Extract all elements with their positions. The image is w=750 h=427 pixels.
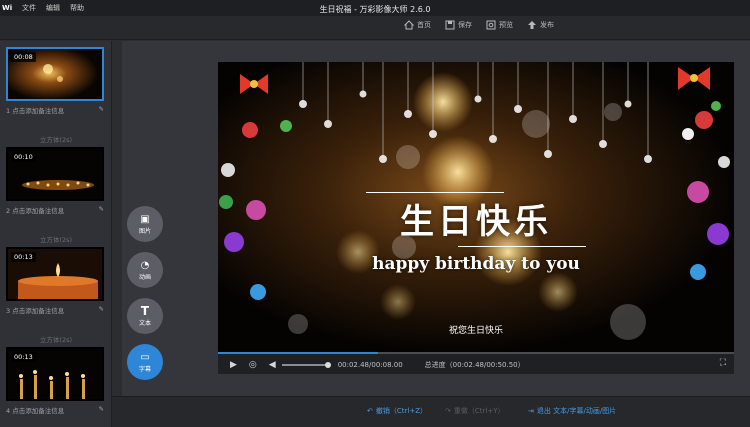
redo-label: 重做（Ctrl+Y） — [453, 407, 505, 415]
preview-icon — [486, 20, 496, 30]
playback-progress-fill — [218, 352, 378, 354]
scene-item-1[interactable]: 00:08 1 点击添加备注信息 ✎ — [6, 47, 104, 115]
birthday-subtitle-english[interactable]: happy birthday to you — [218, 254, 734, 274]
scene-item-3[interactable]: 00:13 3 点击添加备注信息 ✎ — [6, 247, 104, 315]
volume-slider[interactable] — [281, 362, 331, 368]
redo-button[interactable]: ↷ 重做（Ctrl+Y） — [445, 406, 504, 416]
edit-icon[interactable]: ✎ — [99, 205, 104, 215]
scene-note[interactable]: 3 点击添加备注信息 — [6, 305, 64, 315]
total-time: 总进度（00:02.48/00:50.50） — [424, 361, 525, 369]
app-logo: Wi — [2, 4, 13, 12]
preview-button[interactable]: 预览 — [486, 20, 513, 30]
subtitle-icon: ▭ — [140, 351, 150, 363]
scene-note[interactable]: 1 点击添加备注信息 — [6, 105, 64, 115]
title-underline-bottom — [458, 246, 586, 247]
redo-icon: ↷ — [445, 407, 451, 415]
menu-help[interactable]: 帮助 — [70, 3, 84, 13]
undo-icon: ↶ — [367, 407, 373, 415]
scene-time: 00:02.48/00:08.00 — [337, 361, 403, 369]
exit-icon: ⇥ — [528, 407, 534, 415]
bottom-action-bar: ↶ 撤销（Ctrl+Z） ↷ 重做（Ctrl+Y） ⇥ 退出 文本/字幕/动画/图片 — [112, 396, 750, 427]
window-title: 生日祝福 - 万彩影像大师 2.6.0 — [319, 5, 431, 14]
publish-button[interactable]: 发布 — [527, 20, 554, 30]
video-preview[interactable]: 生日快乐 happy birthday to you 祝您生日快乐 — [218, 62, 734, 352]
loop-icon[interactable]: ◎ — [249, 360, 257, 370]
exit-edit-label: 退出 文本/字幕/动画/图片 — [536, 407, 617, 415]
title-underline-top — [366, 192, 504, 193]
edit-icon[interactable]: ✎ — [99, 105, 104, 115]
menu-bar: 文件 编辑 帮助 — [22, 3, 84, 13]
preview-label: 预览 — [499, 21, 513, 29]
scene-duration: 00:13 — [11, 352, 36, 362]
scene-duration: 00:10 — [11, 152, 36, 162]
scene-item-4[interactable]: 00:13 4 点击添加备注信息 ✎ — [6, 347, 104, 415]
scene-thumbnail[interactable]: 00:13 — [6, 347, 104, 401]
scene-thumbnail[interactable]: 00:13 — [6, 247, 104, 301]
undo-label: 撤销（Ctrl+Z） — [375, 407, 427, 415]
menu-edit[interactable]: 编辑 — [46, 3, 60, 13]
volume-knob[interactable] — [324, 362, 331, 368]
playback-progress[interactable] — [218, 352, 734, 354]
home-icon — [404, 20, 414, 30]
save-label: 保存 — [458, 21, 472, 29]
main-toolbar: 首页 保存 预览 发布 — [0, 16, 750, 40]
animation-icon: ◔ — [140, 259, 150, 271]
scene-thumbnail[interactable]: 00:10 — [6, 147, 104, 201]
text-icon: T — [140, 303, 150, 318]
image-tool-label: 图片 — [138, 227, 151, 235]
image-tool-button[interactable]: ▣ 图片 — [127, 206, 163, 242]
scene-duration: 00:08 — [11, 52, 36, 62]
image-icon: ▣ — [140, 213, 150, 225]
home-label: 首页 — [417, 21, 431, 29]
edit-icon[interactable]: ✎ — [99, 405, 104, 415]
undo-button[interactable]: ↶ 撤销（Ctrl+Z） — [367, 406, 427, 416]
transition-label[interactable]: 立方体(2s) — [0, 234, 112, 244]
animation-tool-label: 动画 — [138, 273, 151, 281]
scene-duration: 00:13 — [11, 252, 36, 262]
playback-bar: ▶ ◎ ◀ 00:02.48/00:08.00 总进度（00:02.48/00:… — [218, 352, 734, 374]
exit-edit-button[interactable]: ⇥ 退出 文本/字幕/动画/图片 — [528, 406, 616, 416]
scene-note[interactable]: 2 点击添加备注信息 — [6, 205, 64, 215]
menu-file[interactable]: 文件 — [22, 3, 36, 13]
scene-note[interactable]: 4 点击添加备注信息 — [6, 405, 64, 415]
fullscreen-icon[interactable]: ⛶ — [720, 358, 726, 368]
subtitle-caption[interactable]: 祝您生日快乐 — [218, 323, 734, 336]
upload-icon — [528, 21, 536, 29]
publish-label: 发布 — [540, 21, 554, 29]
edit-icon[interactable]: ✎ — [99, 305, 104, 315]
save-icon — [445, 20, 455, 30]
text-tool-label: 文本 — [138, 319, 151, 327]
home-button[interactable]: 首页 — [404, 20, 431, 30]
scene-item-2[interactable]: 00:10 2 点击添加备注信息 ✎ — [6, 147, 104, 215]
save-button[interactable]: 保存 — [445, 20, 472, 30]
play-icon[interactable]: ▶ — [230, 360, 237, 370]
scene-thumbnail[interactable]: 00:08 — [6, 47, 104, 101]
volume-icon[interactable]: ◀ — [269, 360, 276, 370]
subtitle-tool-button[interactable]: ▭ 字幕 — [127, 344, 163, 380]
animation-tool-button[interactable]: ◔ 动画 — [127, 252, 163, 288]
app-window: Wi 文件 编辑 帮助 生日祝福 - 万彩影像大师 2.6.0 首页 保存 预览 — [0, 0, 750, 427]
transition-label[interactable]: 立方体(2s) — [0, 334, 112, 344]
title-bar: Wi 文件 编辑 帮助 生日祝福 - 万彩影像大师 2.6.0 — [0, 0, 750, 16]
subtitle-tool-label: 字幕 — [138, 365, 151, 373]
birthday-title[interactable]: 生日快乐 — [218, 194, 734, 243]
scene-list: 00:08 1 点击添加备注信息 ✎ 立方体(2s) 00:10 2 点击添加备注… — [0, 41, 112, 427]
transition-label[interactable]: 立方体(2s) — [0, 134, 112, 144]
text-tool-button[interactable]: T 文本 — [127, 298, 163, 334]
